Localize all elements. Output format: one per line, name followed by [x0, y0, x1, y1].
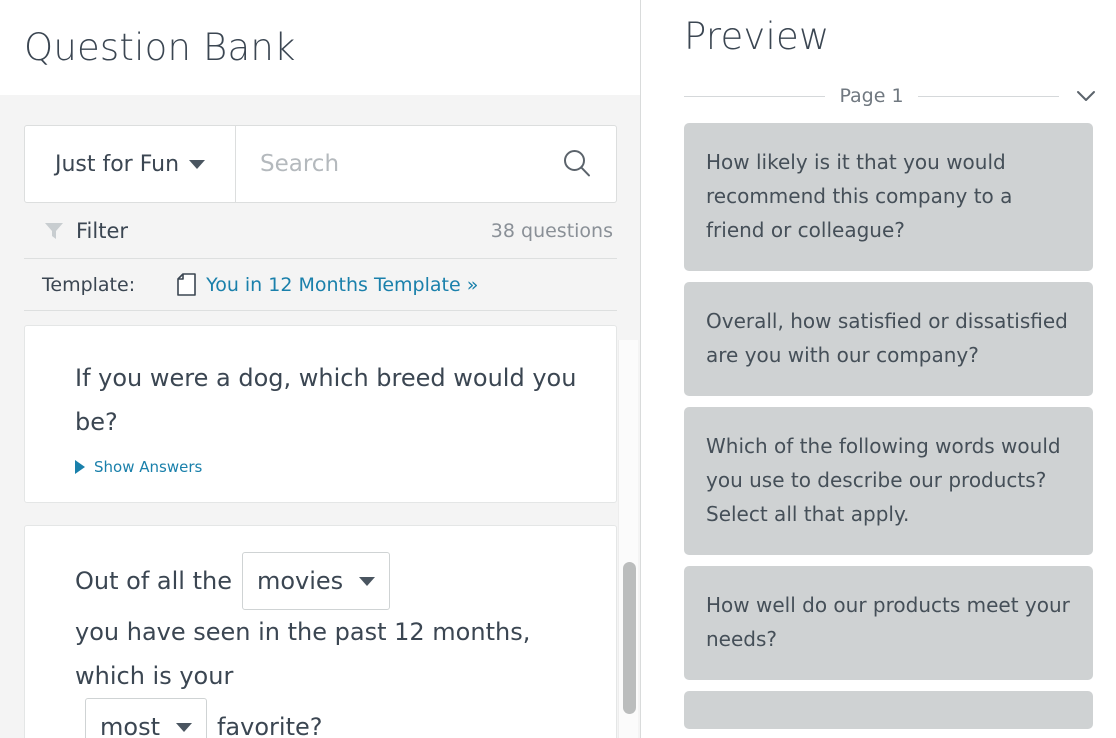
caret-down-icon [189, 159, 206, 169]
question-text-part: Out of all the [75, 567, 232, 595]
preview-question-text: How likely is it that you would recommen… [706, 150, 1013, 242]
document-icon [177, 273, 196, 296]
preview-question-card[interactable]: How well do our products meet your needs… [684, 566, 1093, 680]
filter-button[interactable]: Filter [26, 219, 128, 243]
preview-title: Preview [684, 14, 830, 58]
vertical-scrollbar[interactable] [618, 340, 638, 738]
preview-question-text: How well do our products meet your needs… [706, 593, 1070, 651]
template-link[interactable]: You in 12 Months Template » [177, 273, 478, 296]
search-icon[interactable] [560, 147, 594, 181]
question-text: Out of all the movies you have seen in t… [75, 552, 582, 738]
template-label: Template: [42, 273, 136, 296]
question-count: 38 questions [490, 219, 613, 242]
caret-down-icon [359, 576, 376, 586]
question-text: If you were a dog, which breed would you… [75, 364, 577, 436]
inline-select-degree[interactable]: most [85, 698, 207, 738]
question-card[interactable]: If you were a dog, which breed would you… [24, 325, 617, 503]
question-bank-panel: Question Bank Just for Fun Search Filter… [0, 0, 641, 738]
question-text-part: you have seen in the past 12 months, whi… [75, 618, 531, 690]
question-card[interactable]: Out of all the movies you have seen in t… [24, 525, 617, 738]
show-answers-toggle[interactable]: Show Answers [75, 458, 582, 476]
page-title: Question Bank [24, 26, 296, 69]
preview-question-card[interactable]: Which of the following words would you u… [684, 407, 1093, 555]
filter-row: Filter 38 questions [24, 203, 617, 259]
question-text-part: favorite? [216, 713, 323, 738]
scrollbar-thumb[interactable] [623, 562, 636, 714]
divider-line-left [684, 95, 826, 97]
template-row: Template: You in 12 Months Template » [24, 259, 617, 311]
show-answers-label: Show Answers [94, 458, 203, 476]
inline-select-value: movies [256, 567, 344, 595]
filter-label: Filter [76, 218, 129, 243]
search-input[interactable] [258, 150, 560, 178]
search-bar: Just for Fun [24, 125, 617, 203]
question-bank-body: Just for Fun Search Filter 38 questions … [0, 125, 641, 738]
triangle-right-icon [75, 460, 85, 474]
category-dropdown-label: Just for Fun [54, 151, 180, 177]
inline-select-value: most [100, 713, 160, 738]
search-field[interactable] [236, 126, 616, 202]
preview-question-card[interactable] [684, 691, 1093, 729]
question-bank-app: Question Bank Just for Fun Search Filter… [0, 0, 1116, 738]
template-link-label: You in 12 Months Template » [206, 273, 479, 296]
inline-select-subject[interactable]: movies [241, 552, 391, 610]
preview-panel: Preview Page 1 How likely is it that you… [641, 0, 1116, 738]
question-list: If you were a dog, which breed would you… [24, 325, 617, 738]
question-bank-header: Question Bank [0, 0, 641, 95]
funnel-icon [44, 221, 64, 241]
preview-question-list: How likely is it that you would recommen… [684, 123, 1116, 729]
chevron-down-icon[interactable] [1073, 88, 1099, 104]
preview-question-text: Overall, how satisfied or dissatisfied a… [706, 309, 1068, 367]
divider-line-right [917, 95, 1059, 97]
page-label: Page 1 [839, 85, 904, 107]
preview-question-card[interactable]: How likely is it that you would recommen… [684, 123, 1093, 271]
preview-header: Preview [684, 0, 1116, 72]
caret-down-icon [175, 722, 192, 732]
category-dropdown[interactable]: Just for Fun [25, 126, 236, 202]
preview-question-text: Which of the following words would you u… [706, 434, 1061, 526]
preview-question-card[interactable]: Overall, how satisfied or dissatisfied a… [684, 282, 1093, 396]
page-divider: Page 1 [684, 72, 1116, 120]
